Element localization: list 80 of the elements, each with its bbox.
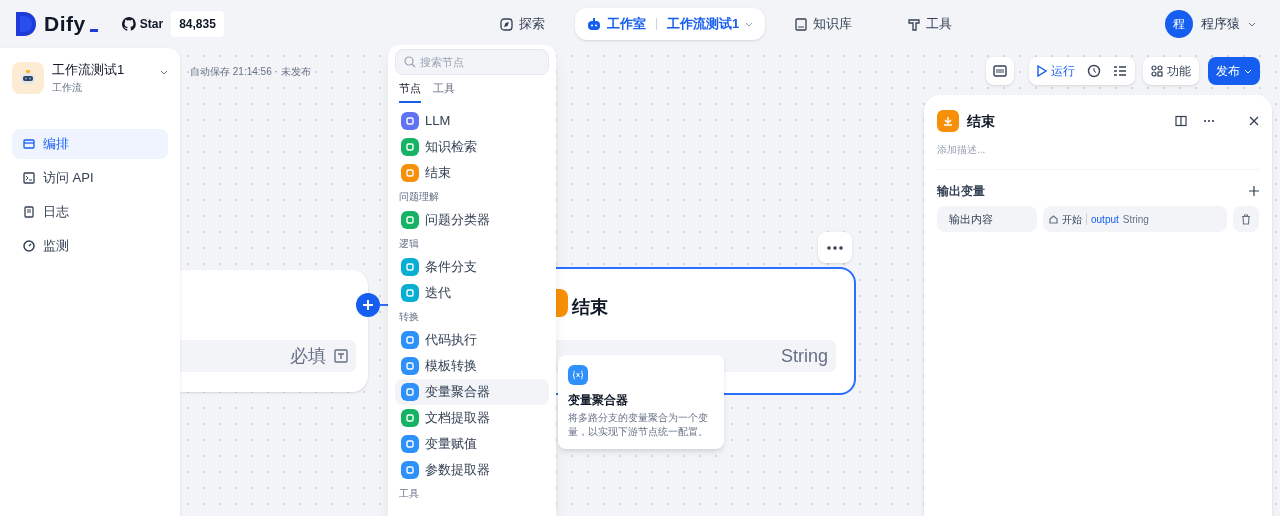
nav-tab[interactable]: 工具: [896, 8, 965, 40]
nav-tab[interactable]: 探索: [488, 8, 557, 40]
sidebar-item[interactable]: 访问 API: [12, 163, 168, 193]
gauge-icon: [23, 240, 35, 252]
delete-button[interactable]: [1233, 206, 1259, 232]
nav-tab[interactable]: 工作室 工作流测试1: [575, 8, 766, 40]
app-type: 工作流: [52, 81, 83, 95]
chevron-down-icon: [1248, 20, 1256, 28]
env-icon: [993, 65, 1007, 77]
hammer-icon: [908, 17, 921, 31]
app-name: 工作流测试1: [52, 61, 126, 79]
github-icon: [121, 17, 136, 31]
home-icon: [1049, 214, 1058, 224]
tooltip-description: 将多路分支的变量聚合为一个变量，以实现下游节点统一配置。: [568, 411, 709, 439]
more-button[interactable]: [818, 232, 852, 263]
history-icon[interactable]: [1087, 64, 1101, 78]
menu-item[interactable]: 参数提取器: [395, 456, 549, 483]
menu-tab[interactable]: 工具: [433, 80, 455, 103]
variable-selector[interactable]: 开始 output String: [1043, 206, 1227, 232]
document-icon: [23, 206, 35, 218]
autosave-status: 自动保存 21:14:56 · 未发布: [190, 65, 311, 79]
plus-icon: [362, 299, 374, 311]
menu-item[interactable]: 结束: [395, 159, 549, 186]
book-icon[interactable]: [1175, 115, 1187, 127]
variable-name-field[interactable]: 输出内容: [937, 206, 1037, 232]
node-name: 开始: [1062, 212, 1082, 227]
star-count: 84,835: [171, 11, 224, 37]
panel-title: 结束: [967, 111, 995, 131]
sidebar-item[interactable]: 监测: [12, 231, 168, 261]
plus-icon[interactable]: [1249, 186, 1259, 196]
variable-type: String: [1122, 212, 1149, 227]
sidebar-item[interactable]: 日志: [12, 197, 168, 227]
checklist-icon[interactable]: [1113, 64, 1127, 78]
more-icon: [827, 245, 843, 250]
compass-icon: [500, 17, 513, 31]
nav-tab[interactable]: 知识库: [783, 8, 865, 40]
menu-item[interactable]: 知识检索: [395, 133, 549, 160]
start-node[interactable]: 必填: [180, 270, 368, 392]
group-label: 逻辑: [398, 236, 420, 251]
sidebar-item[interactable]: 编排: [12, 129, 168, 159]
env-button[interactable]: [986, 57, 1014, 85]
group-label: 工具: [398, 486, 420, 501]
group-label: 问题理解: [398, 189, 440, 204]
menu-item[interactable]: LLM: [395, 107, 549, 134]
search-icon: [404, 56, 416, 68]
publish-button[interactable]: 发布: [1208, 57, 1260, 85]
menu-item[interactable]: 文档提取器: [395, 404, 549, 431]
variable-reference: output: [1091, 212, 1119, 227]
grid-icon: [1151, 65, 1163, 77]
section-title: 输出变量: [937, 183, 985, 200]
user-name[interactable]: 程序猿: [1201, 14, 1240, 34]
search-field[interactable]: 搜索节点: [395, 49, 549, 75]
terminal-icon: [23, 172, 35, 184]
required-label: 必填: [290, 344, 326, 368]
logo-icon: [16, 12, 36, 36]
menu-tab[interactable]: 节点: [399, 80, 421, 103]
trash-icon: [1241, 213, 1251, 225]
chevron-down-icon: [745, 20, 754, 28]
layout-icon: [23, 138, 35, 150]
group-label: 转换: [398, 309, 420, 324]
menu-item[interactable]: 问题分类器: [395, 206, 549, 233]
robot-icon: [587, 17, 601, 31]
user-avatar[interactable]: 程: [1165, 10, 1193, 38]
chevron-down-icon[interactable]: [160, 68, 168, 76]
tooltip-title: 变量聚合器: [568, 392, 629, 409]
chevron-down-icon: [1244, 67, 1252, 75]
github-star-button[interactable]: Star: [113, 11, 172, 37]
add-node-button[interactable]: [356, 293, 380, 317]
more-icon[interactable]: [1203, 119, 1215, 123]
variable-type: String: [780, 344, 828, 368]
text-field-icon: [334, 349, 348, 363]
logo-text: Dify: [44, 11, 86, 38]
menu-item[interactable]: 变量聚合器: [395, 378, 549, 405]
node-title: 结束: [572, 296, 608, 319]
features-button[interactable]: 功能: [1143, 57, 1199, 85]
play-icon: [1037, 65, 1047, 77]
book-icon: [795, 17, 808, 31]
menu-item[interactable]: 变量赋值: [395, 430, 549, 457]
search-input: 搜索节点: [420, 53, 540, 71]
close-icon[interactable]: [1249, 116, 1259, 126]
